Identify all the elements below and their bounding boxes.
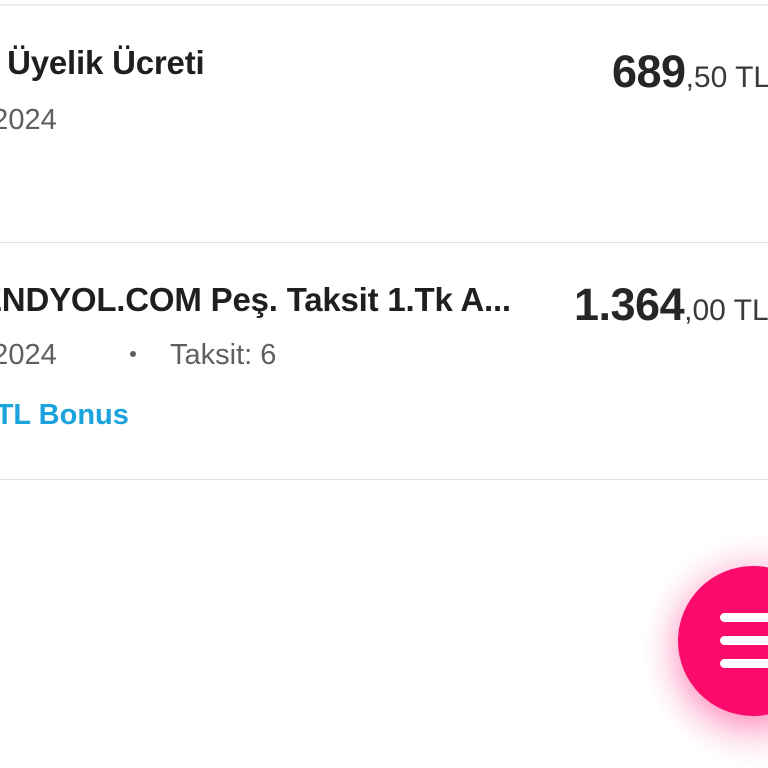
separator-dot [130, 351, 136, 358]
amount-minor: ,00 TL [684, 294, 768, 327]
installment-label: Taksit: 6 [170, 339, 277, 371]
amount-minor: ,50 TL [685, 61, 768, 94]
transaction-title: ENDYOL.COM Peş. Taksit 1.Tk A... [0, 281, 511, 318]
transaction-amount: 689,50 TL [612, 46, 768, 98]
transaction-date: 0.2024 [0, 104, 57, 136]
transaction-item[interactable]: k Üyelik Ücreti 0.2024 689,50 TL [0, 6, 768, 243]
transaction-item[interactable]: ENDYOL.COM Peş. Taksit 1.Tk A... 0.2024 … [0, 243, 768, 480]
transaction-title: k Üyelik Ücreti [0, 44, 205, 81]
menu-icon [720, 613, 768, 669]
bonus-label: - TL Bonus [0, 399, 129, 431]
amount-major: 689 [612, 46, 686, 97]
transaction-date: 0.2024 [0, 339, 57, 371]
transaction-installment: Taksit: 6 [130, 339, 276, 372]
amount-major: 1.364 [574, 279, 685, 330]
transactions-screen: k Üyelik Ücreti 0.2024 689,50 TL ENDYOL.… [0, 0, 768, 768]
transaction-amount: 1.364,00 TL [574, 279, 768, 331]
